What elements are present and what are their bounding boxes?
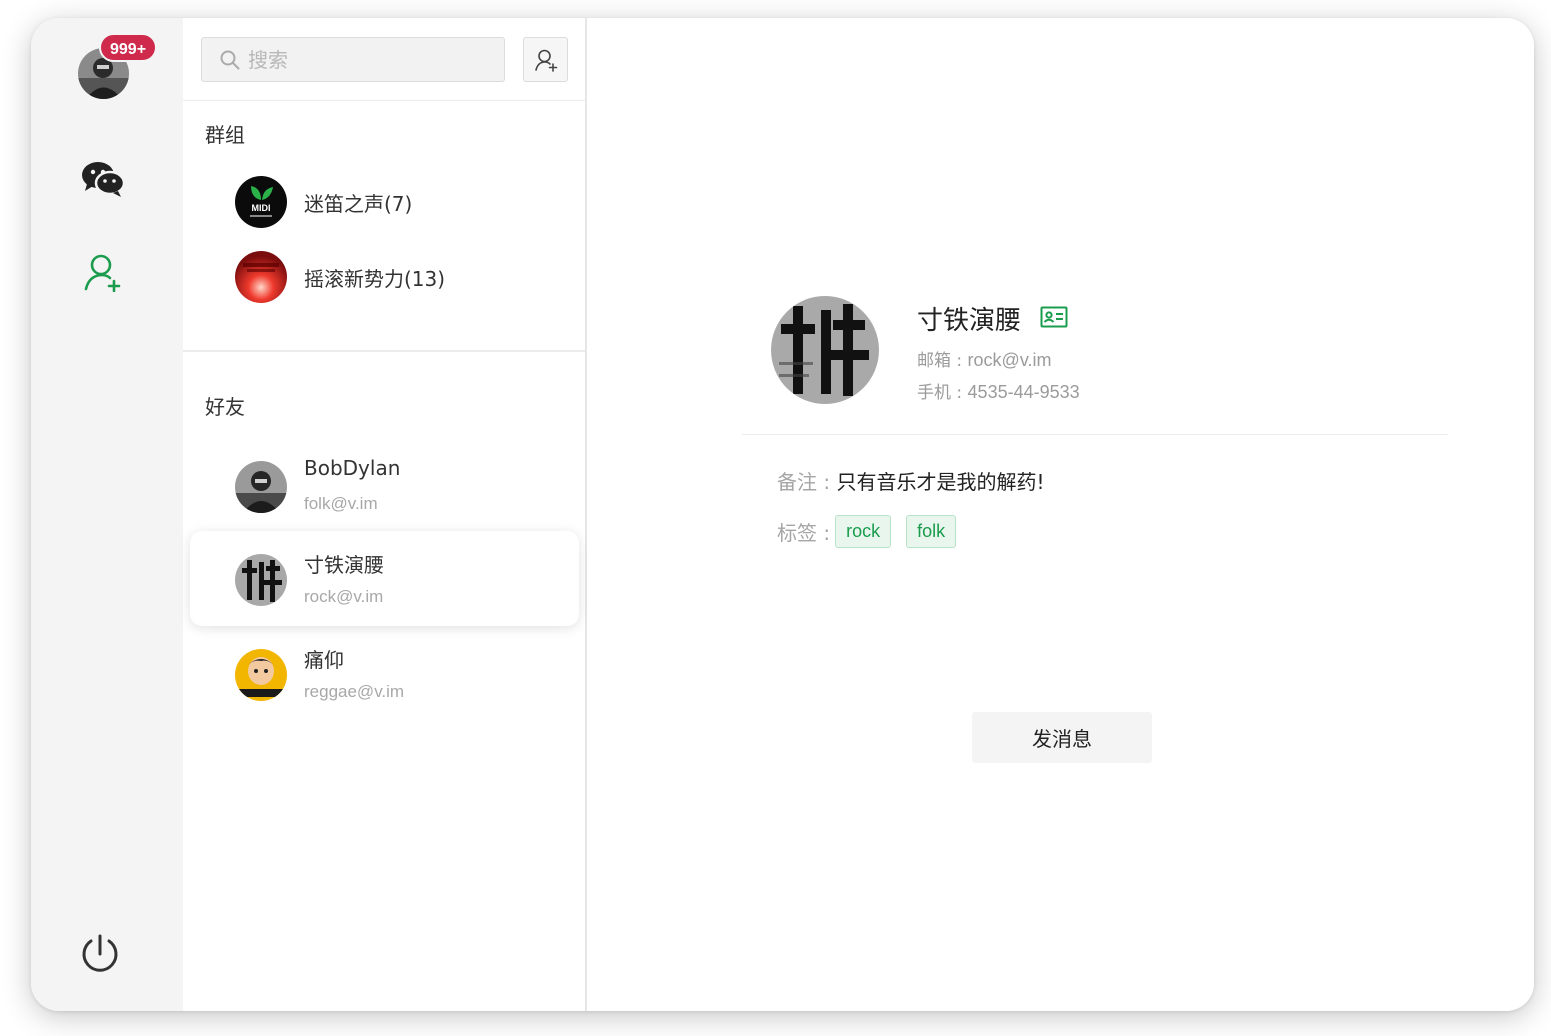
divider bbox=[183, 350, 585, 352]
wechat-icon bbox=[82, 162, 125, 197]
groups-section-title: 群组 bbox=[205, 123, 245, 147]
search-box[interactable] bbox=[201, 37, 505, 82]
contact-email-row: 邮箱 : rock@v.im bbox=[917, 346, 1051, 371]
remark-text: 只有音乐才是我的解药! bbox=[836, 470, 1045, 494]
friend-name: 痛仰 bbox=[304, 648, 344, 672]
add-user-icon bbox=[534, 49, 557, 72]
tags-label: 标签 : bbox=[777, 521, 831, 545]
friend-name: BobDylan bbox=[304, 456, 401, 480]
friend-avatar bbox=[235, 461, 287, 513]
search-icon bbox=[220, 50, 240, 69]
friend-item[interactable]: BobDylan folk@v.im bbox=[190, 438, 579, 533]
group-name: 摇滚新势力(13) bbox=[304, 266, 446, 291]
add-friend-button[interactable] bbox=[523, 37, 568, 82]
tags-row: 标签 : rock folk bbox=[777, 515, 966, 548]
group-item[interactable]: MIDI 迷笛之声(7) bbox=[235, 176, 412, 228]
logout-button[interactable] bbox=[76, 930, 124, 978]
group-avatar: MIDI bbox=[235, 176, 287, 228]
friend-item[interactable]: 痛仰 reggae@v.im bbox=[190, 626, 579, 721]
contact-card-button[interactable] bbox=[1040, 306, 1068, 332]
search-input[interactable] bbox=[248, 47, 488, 72]
contact-detail-panel: 寸铁演腰 邮箱 : rock@v.im 手机 : 4535-44-9533 备注… bbox=[587, 18, 1534, 1011]
chat-nav-button[interactable] bbox=[79, 155, 127, 203]
friend-name: 寸铁演腰 bbox=[304, 553, 384, 577]
email-label: 邮箱 : bbox=[917, 351, 968, 371]
contact-name: 寸铁演腰 bbox=[917, 306, 1022, 336]
unread-badge: 999+ bbox=[99, 33, 158, 62]
friend-email: reggae@v.im bbox=[304, 682, 405, 701]
friend-avatar bbox=[235, 554, 287, 606]
tag-badge: rock bbox=[835, 515, 892, 548]
phone-label: 手机 : bbox=[917, 383, 968, 403]
contact-list-panel: 群组 MIDI 迷笛之声(7) bbox=[183, 18, 587, 1011]
friend-avatar bbox=[235, 649, 287, 701]
id-card-icon bbox=[1040, 306, 1068, 328]
remark-label: 备注 : bbox=[777, 470, 837, 494]
divider bbox=[183, 100, 585, 101]
svg-text:MIDI: MIDI bbox=[252, 203, 271, 213]
tag-badge: folk bbox=[906, 515, 957, 548]
contact-phone: 4535-44-9533 bbox=[967, 382, 1080, 402]
friends-section-title: 好友 bbox=[205, 395, 245, 419]
power-icon bbox=[82, 934, 118, 972]
group-name: 迷笛之声(7) bbox=[304, 191, 413, 216]
group-avatar bbox=[235, 251, 287, 303]
contact-avatar bbox=[771, 296, 879, 404]
divider bbox=[742, 434, 1448, 435]
friend-email: folk@v.im bbox=[304, 494, 378, 513]
remark-row: 备注 : 只有音乐才是我的解药! bbox=[777, 466, 1044, 495]
nav-rail: 999+ bbox=[31, 18, 183, 1011]
add-contact-icon bbox=[84, 254, 121, 292]
app-window: 999+ 搜索 群组 MIDI 迷笛之声(7) 摇滚新势力(13) 好友 Bob… bbox=[31, 18, 1534, 1011]
group-item[interactable]: 摇滚新势力(13) bbox=[235, 251, 445, 303]
friend-item-selected[interactable]: 寸铁演腰 rock@v.im bbox=[190, 531, 579, 626]
send-message-button[interactable]: 发消息 bbox=[972, 712, 1152, 763]
friend-email: rock@v.im bbox=[304, 587, 384, 606]
contact-email: rock@v.im bbox=[967, 350, 1052, 370]
contact-phone-row: 手机 : 4535-44-9533 bbox=[917, 378, 1080, 403]
contacts-nav-button[interactable] bbox=[79, 248, 127, 296]
